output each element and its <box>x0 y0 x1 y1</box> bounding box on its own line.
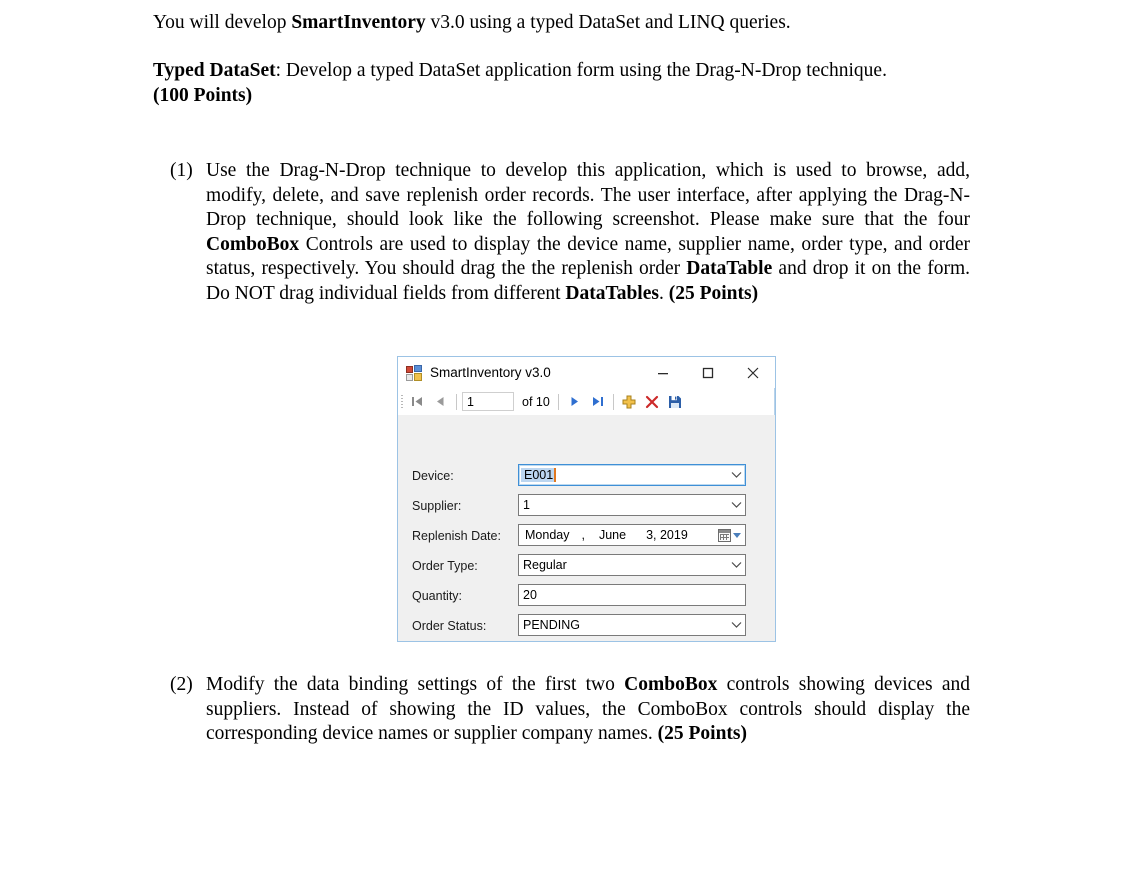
order-type-value: Regular <box>523 558 567 572</box>
order-type-label: Order Type: <box>412 559 478 573</box>
binding-navigator-toolbar: 1 of 10 <box>398 388 775 415</box>
device-value: E001 <box>521 468 557 482</box>
date-dropdown-button[interactable] <box>713 525 745 545</box>
supplier-combobox[interactable]: 1 <box>518 494 746 516</box>
date-text: Monday , June 3, 2019 <box>519 528 713 542</box>
list-item: (1) Use the Drag-N-Drop technique to dev… <box>170 159 970 307</box>
toolbar-grip[interactable] <box>398 388 406 415</box>
device-combobox[interactable]: E001 <box>518 464 746 486</box>
dropdown-triangle-icon <box>732 532 741 538</box>
move-previous-icon[interactable] <box>429 390 452 413</box>
item-text: Use the Drag-N-Drop technique to develop… <box>206 160 971 304</box>
add-plus-icon[interactable] <box>618 390 641 413</box>
form-body: Device: E001 Supplier: 1 Replenish Date:… <box>398 415 775 641</box>
date-picker-inner: Monday , June 3, 2019 <box>519 525 745 545</box>
supplier-value: 1 <box>523 498 530 512</box>
intro-2-mid: : Develop a typed DataSet application fo… <box>275 60 887 81</box>
minimize-icon[interactable] <box>640 358 685 388</box>
date-day-name: Monday <box>525 528 570 542</box>
move-next-icon[interactable] <box>563 390 586 413</box>
intro-paragraph-2: Typed DataSet: Develop a typed DataSet a… <box>153 59 913 108</box>
record-count-label: of 10 <box>522 394 550 409</box>
close-icon[interactable] <box>730 358 775 388</box>
window-titlebar: SmartInventory v3.0 <box>398 357 775 388</box>
intro-1-pre: You will develop <box>153 12 292 33</box>
calendar-icon <box>717 528 731 542</box>
date-month: June <box>598 528 627 542</box>
replenish-date-picker[interactable]: Monday , June 3, 2019 <box>518 524 746 546</box>
position-value: 1 <box>467 394 474 409</box>
supplier-label: Supplier: <box>412 499 462 513</box>
order-status-combobox[interactable]: PENDING <box>518 614 746 636</box>
save-floppy-icon[interactable] <box>664 390 687 413</box>
chevron-down-icon[interactable] <box>727 561 745 569</box>
chevron-down-icon[interactable] <box>727 501 745 509</box>
item-number: (2) <box>170 674 193 695</box>
order-type-combobox[interactable]: Regular <box>518 554 746 576</box>
quantity-textbox[interactable]: 20 <box>518 584 746 606</box>
toolbar-separator <box>557 393 559 410</box>
toolbar-separator <box>612 393 614 410</box>
typed-dataset-label: Typed DataSet <box>153 60 276 81</box>
date-separator: , <box>581 528 585 542</box>
chevron-down-icon[interactable] <box>727 621 745 629</box>
date-day-year: 3, 2019 <box>646 528 688 542</box>
intro-1-bold: SmartInventory <box>291 12 426 33</box>
device-value-wrap: E001 <box>519 468 727 482</box>
move-last-icon[interactable] <box>586 390 609 413</box>
item-number: (1) <box>170 160 193 181</box>
chevron-down-icon[interactable] <box>727 471 745 479</box>
item-text: Modify the data binding settings of the … <box>206 674 970 745</box>
winforms-app-icon <box>406 364 422 381</box>
position-input[interactable]: 1 <box>462 392 514 411</box>
smartinventory-window: SmartInventory v3.0 1 of 10 Device: E001… <box>397 356 776 642</box>
toolbar-separator <box>456 393 457 410</box>
list-item: (2) Modify the data binding settings of … <box>170 673 970 747</box>
toolbar-overflow-edge <box>774 388 775 415</box>
window-title: SmartInventory v3.0 <box>430 365 551 380</box>
quantity-value: 20 <box>523 588 537 602</box>
intro-paragraph-1: You will develop SmartInventory v3.0 usi… <box>153 11 983 36</box>
move-first-icon[interactable] <box>406 390 429 413</box>
device-label: Device: <box>412 469 454 483</box>
intro-1-post: v3.0 using a typed DataSet and LINQ quer… <box>425 12 791 33</box>
replenish-date-label: Replenish Date: <box>412 529 501 543</box>
order-status-label: Order Status: <box>412 619 487 633</box>
maximize-icon[interactable] <box>685 358 730 388</box>
points-100-label: (100 Points) <box>153 84 253 106</box>
quantity-label: Quantity: <box>412 589 463 603</box>
delete-x-icon[interactable] <box>641 390 664 413</box>
order-status-value: PENDING <box>523 618 580 632</box>
